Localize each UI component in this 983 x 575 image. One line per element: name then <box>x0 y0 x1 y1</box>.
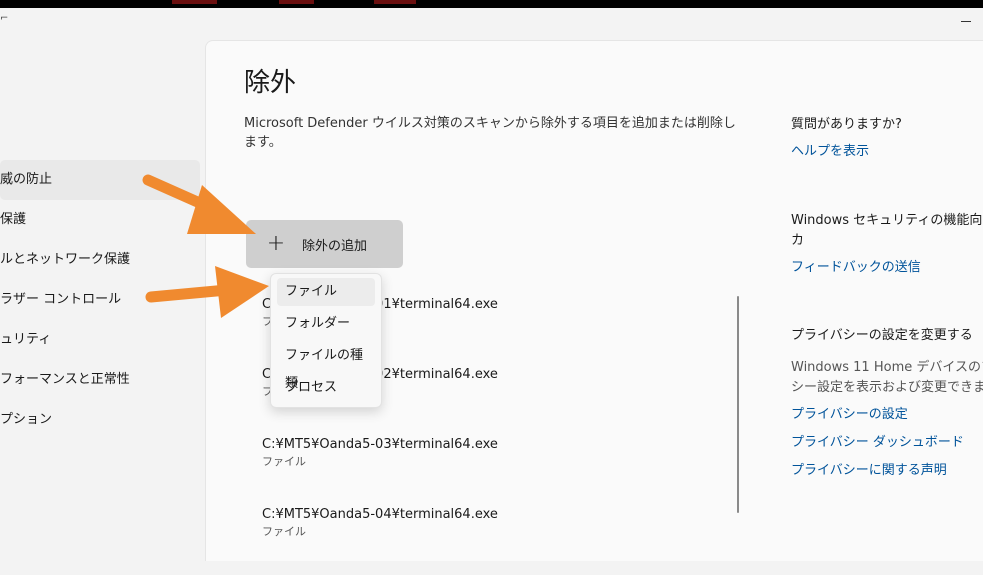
privacy-text-line1: Windows 11 Home デバイスのプ <box>791 360 983 375</box>
sidebar-item-label: ルとネットワーク保護 <box>0 252 131 267</box>
page-title: 除外 <box>244 68 297 98</box>
annotation-arrow-icon <box>145 266 269 318</box>
privacy-heading: プライバシーの設定を変更する <box>791 328 973 343</box>
minimize-icon[interactable] <box>959 12 979 28</box>
sidebar-item-device-performance[interactable]: フォーマンスと正常性 <box>0 360 204 400</box>
sidebar-item-family-options[interactable]: プション <box>0 400 204 440</box>
top-bar <box>0 0 983 8</box>
privacy-dashboard-link[interactable]: プライバシー ダッシュボード <box>791 433 964 453</box>
sidebar-item-device-security[interactable]: ュリティ <box>0 320 204 360</box>
page-description: Microsoft Defender ウイルス対策のスキャンから除外する項目を追… <box>244 116 736 150</box>
annotation-arrow-icon <box>142 174 256 234</box>
menu-item-file[interactable]: ファイル <box>277 278 375 306</box>
menu-item-folder[interactable]: フォルダー <box>277 310 375 338</box>
exclusion-path: C:¥MT5¥Oanda5-03¥terminal64.exe <box>262 437 498 452</box>
add-exclusion-label: 除外の追加 <box>302 238 368 254</box>
sidebar-item-label: フォーマンスと正常性 <box>0 372 130 387</box>
feedback-link[interactable]: フィードバックの送信 <box>791 258 921 278</box>
privacy-statement-link[interactable]: プライバシーに関する声明 <box>791 461 947 481</box>
menu-item-process[interactable]: プロセス <box>277 374 375 402</box>
improve-heading-line1: Windows セキュリティの機能向上 <box>791 213 983 228</box>
back-arrow-icon[interactable]: ⌐ <box>0 14 8 24</box>
exclusion-type: ファイル <box>262 455 306 468</box>
exclusion-path: C:¥MT5¥Oanda5-04¥terminal64.exe <box>262 507 498 522</box>
sidebar-item-label: 保護 <box>0 212 27 227</box>
sidebar-item-label: ラザー コントロール <box>0 292 122 307</box>
privacy-settings-link[interactable]: プライバシーの設定 <box>791 405 908 425</box>
privacy-text-line2: シー設定を表示および変更できま <box>791 380 983 395</box>
sidebar-item-label: プション <box>0 412 53 427</box>
sidebar-item-label: ュリティ <box>0 332 52 347</box>
scrollbar[interactable] <box>737 296 739 513</box>
exclusion-type-menu: ファイル フォルダー ファイルの種類 プロセス <box>270 273 382 408</box>
exclusion-item[interactable]: C:¥MT5¥Oanda5-04¥terminal64.exe ファイル <box>262 505 722 575</box>
exclusion-item[interactable]: C:¥MT5¥Oanda5-03¥terminal64.exe ファイル <box>262 435 722 505</box>
exclusion-type: ファイル <box>262 525 306 538</box>
get-help-link[interactable]: ヘルプを表示 <box>791 142 869 162</box>
sidebar-item-label: 威の防止 <box>0 172 53 187</box>
questions-heading: 質問がありますか? <box>791 117 902 132</box>
improve-heading-line2: カ <box>791 233 805 248</box>
menu-item-file-type[interactable]: ファイルの種類 <box>277 342 375 391</box>
